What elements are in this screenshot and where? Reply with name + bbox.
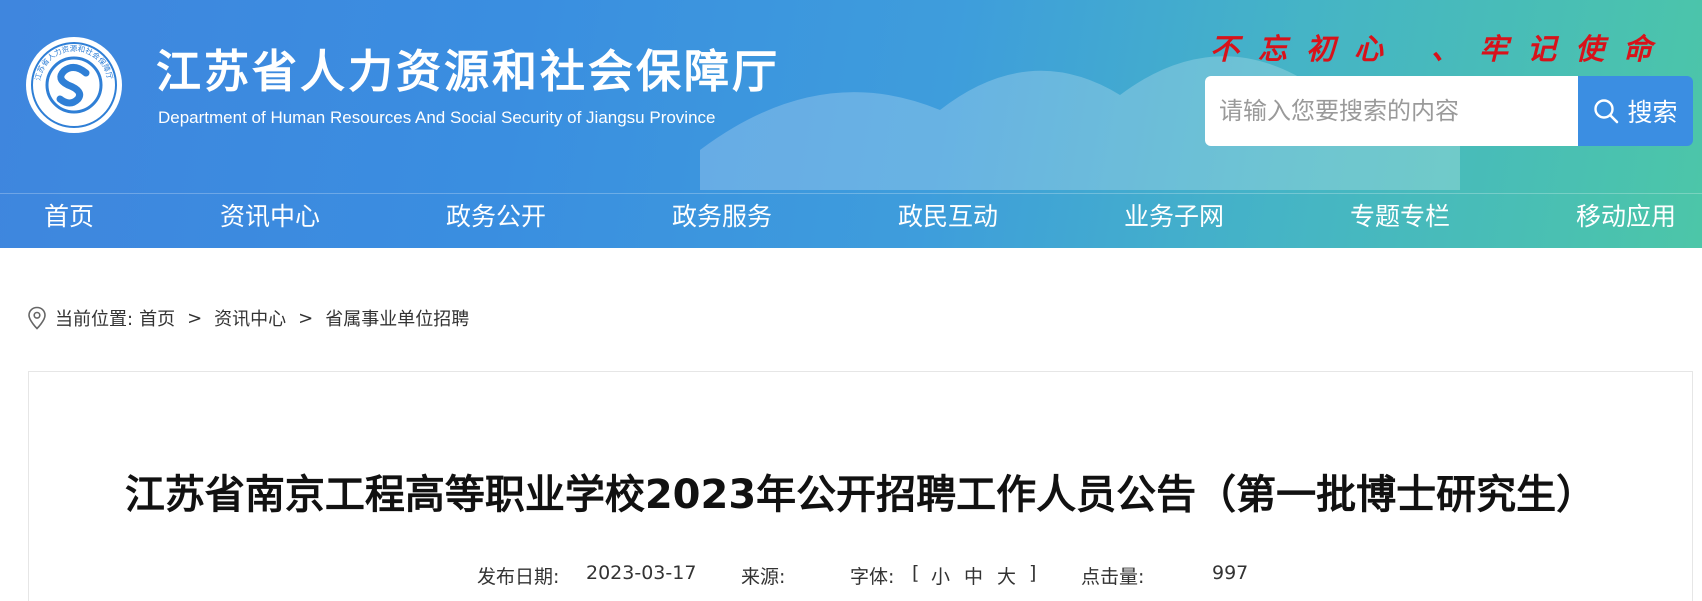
breadcrumb-link-home[interactable]: 首页 [139, 305, 175, 331]
font-size-bracket-open: [ [912, 562, 920, 584]
slogan: 不忘初心 、牢记使命 [1210, 32, 1672, 66]
nav-item-mobile[interactable]: 移动应用 [1576, 194, 1676, 248]
site-header: 江苏省人力资源和社会保障厅 江苏省人力资源和社会保障厅 Department o… [0, 0, 1702, 248]
click-count-value: 997 [1212, 562, 1249, 584]
article-title: 江苏省南京工程高等职业学校2023年公开招聘工作人员公告（第一批博士研究生） [124, 472, 1597, 518]
department-logo[interactable]: 江苏省人力资源和社会保障厅 [26, 37, 122, 133]
nav-item-gov-service[interactable]: 政务服务 [672, 194, 772, 248]
search-button-label: 搜索 [1627, 98, 1678, 127]
breadcrumb: 当前位置: 首页 > 资讯中心 > 省属事业单位招聘 [27, 305, 469, 331]
breadcrumb-link-recruitment[interactable]: 省属事业单位招聘 [325, 305, 469, 331]
click-count-label: 点击量: [1081, 566, 1145, 588]
font-small-button[interactable]: 小 [931, 562, 950, 589]
breadcrumb-separator: > [187, 307, 203, 329]
nav-item-subsites[interactable]: 业务子网 [1124, 194, 1224, 248]
nav-item-interaction[interactable]: 政民互动 [898, 194, 998, 248]
search-box: 搜索 [1205, 76, 1693, 146]
nav-item-news[interactable]: 资讯中心 [220, 194, 320, 248]
font-large-button[interactable]: 大 [997, 562, 1016, 589]
font-medium-button[interactable]: 中 [964, 562, 983, 589]
source-label: 来源: [741, 566, 786, 588]
font-size-label: 字体: [850, 566, 895, 588]
search-button[interactable]: 搜索 [1578, 76, 1693, 146]
nav-item-gov-open[interactable]: 政务公开 [446, 194, 546, 248]
breadcrumb-prefix: 当前位置: [55, 309, 134, 330]
main-nav: 首页 资讯中心 政务公开 政务服务 政民互动 业务子网 专题专栏 移动应用 [0, 193, 1702, 248]
location-pin-icon [27, 306, 47, 330]
font-size-bracket-close: ] [1029, 562, 1037, 584]
breadcrumb-link-news[interactable]: 资讯中心 [214, 305, 286, 331]
breadcrumb-separator: > [298, 307, 314, 329]
site-title: 江苏省人力资源和社会保障厅 [156, 45, 781, 98]
site-subtitle: Department of Human Resources And Social… [158, 108, 716, 127]
search-input[interactable] [1205, 76, 1578, 146]
nav-item-home[interactable]: 首页 [44, 194, 94, 248]
nav-item-topics[interactable]: 专题专栏 [1350, 194, 1450, 248]
search-icon [1594, 99, 1619, 124]
publish-date-label: 发布日期: [477, 566, 560, 588]
publish-date-value: 2023-03-17 [586, 562, 697, 584]
article-card: 江苏省南京工程高等职业学校2023年公开招聘工作人员公告（第一批博士研究生） 发… [28, 371, 1693, 601]
